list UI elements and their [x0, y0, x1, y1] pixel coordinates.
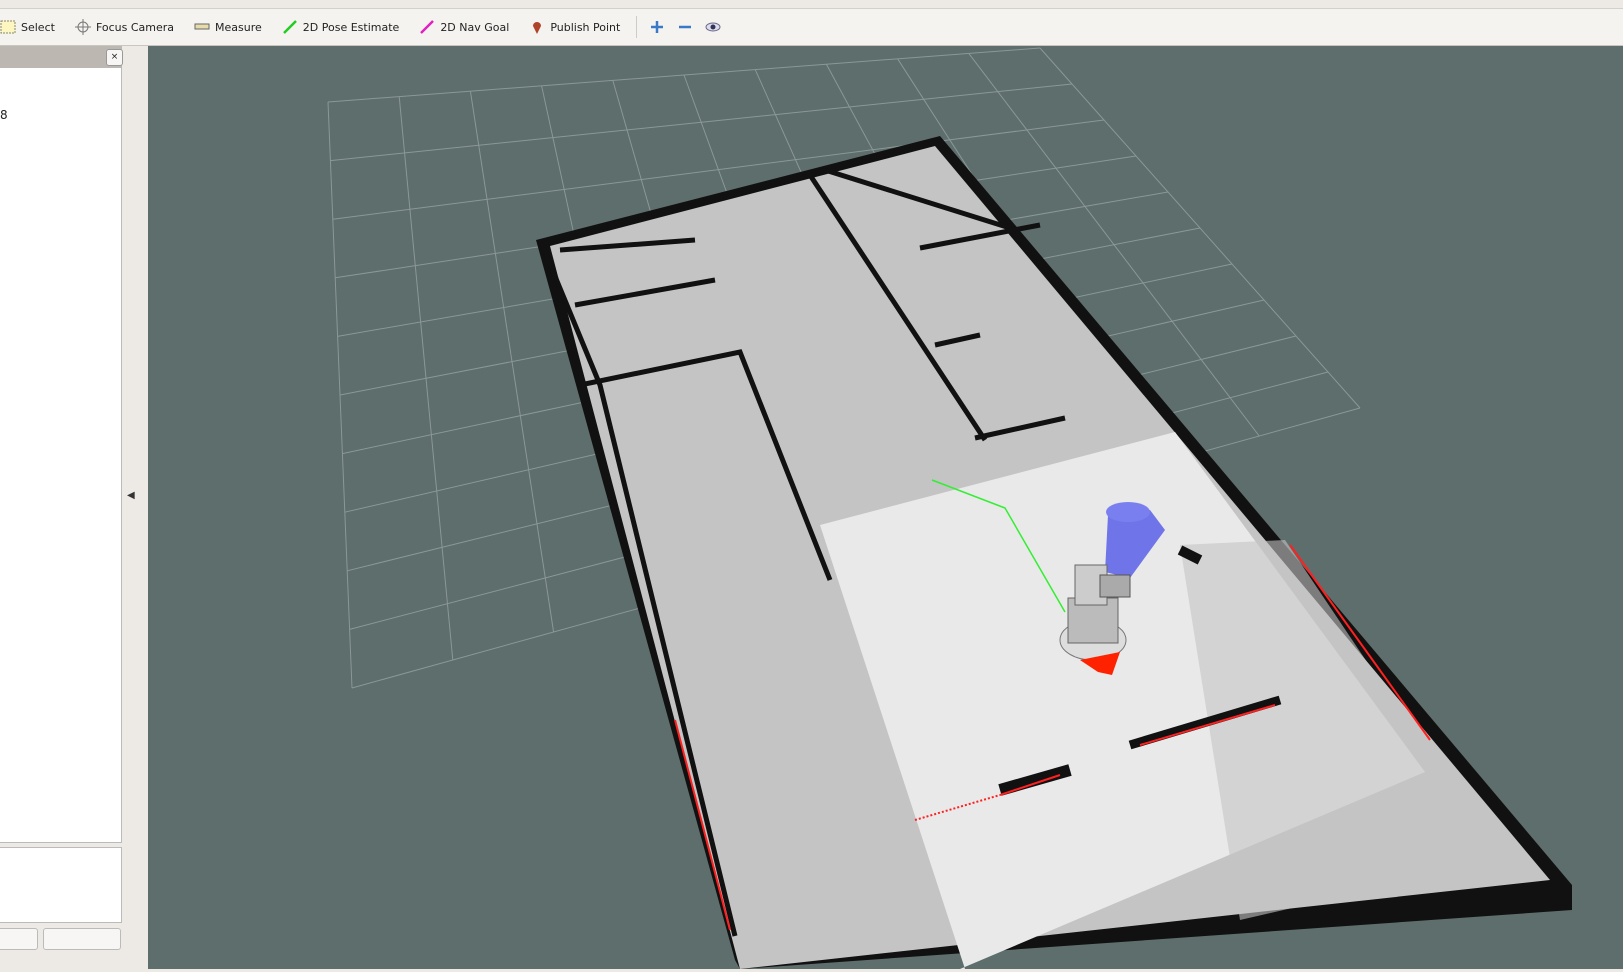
- title-bar: [0, 0, 1623, 9]
- collapse-panel-handle[interactable]: ◀: [127, 490, 135, 501]
- 2d-nav-goal-button[interactable]: 2D Nav Goal: [409, 13, 519, 41]
- focus-camera-button[interactable]: Focus Camera: [65, 13, 184, 41]
- remove-tool-button[interactable]: [671, 13, 699, 41]
- toolbar: Select Focus Camera Measure 2D Pose Esti…: [0, 9, 1623, 46]
- 3d-viewport[interactable]: [148, 46, 1623, 969]
- panel-close-button[interactable]: ×: [106, 49, 123, 66]
- map-pin-icon: [533, 22, 542, 34]
- panel-value-text: 8: [0, 108, 8, 122]
- 2d-pose-estimate-label: 2D Pose Estimate: [302, 20, 400, 34]
- select-tool-button[interactable]: Select: [0, 13, 65, 41]
- plus-icon: [651, 21, 664, 33]
- select-icon: [0, 20, 16, 34]
- 2d-pose-estimate-button[interactable]: 2D Pose Estimate: [272, 13, 410, 41]
- eye-icon: [705, 22, 721, 32]
- toolbar-separator: [636, 16, 638, 38]
- select-label: Select: [21, 20, 55, 34]
- minus-icon: [679, 25, 692, 29]
- panel-tree[interactable]: 8: [0, 68, 122, 843]
- occupancy-map: [536, 136, 1572, 969]
- green-arrow-icon: [282, 20, 297, 34]
- publish-point-button[interactable]: Publish Point: [519, 13, 630, 41]
- panel-button-add[interactable]: [0, 928, 38, 950]
- view-options-button[interactable]: [699, 13, 727, 41]
- add-tool-button[interactable]: [643, 13, 671, 41]
- panel-header: ×: [0, 46, 123, 68]
- focus-camera-label: Focus Camera: [95, 20, 175, 34]
- ruler-icon: [194, 23, 210, 30]
- magenta-arrow-icon: [420, 20, 435, 34]
- panel-description: [0, 847, 122, 923]
- publish-point-label: Publish Point: [550, 20, 621, 34]
- panel-button-remove[interactable]: [43, 928, 121, 950]
- 2d-nav-goal-label: 2D Nav Goal: [440, 20, 510, 34]
- scene-svg: [327, 47, 1572, 969]
- focus-camera-icon: [74, 19, 91, 35]
- measure-label: Measure: [215, 20, 262, 34]
- measure-button[interactable]: Measure: [184, 13, 272, 41]
- displays-panel: × 8: [0, 46, 123, 969]
